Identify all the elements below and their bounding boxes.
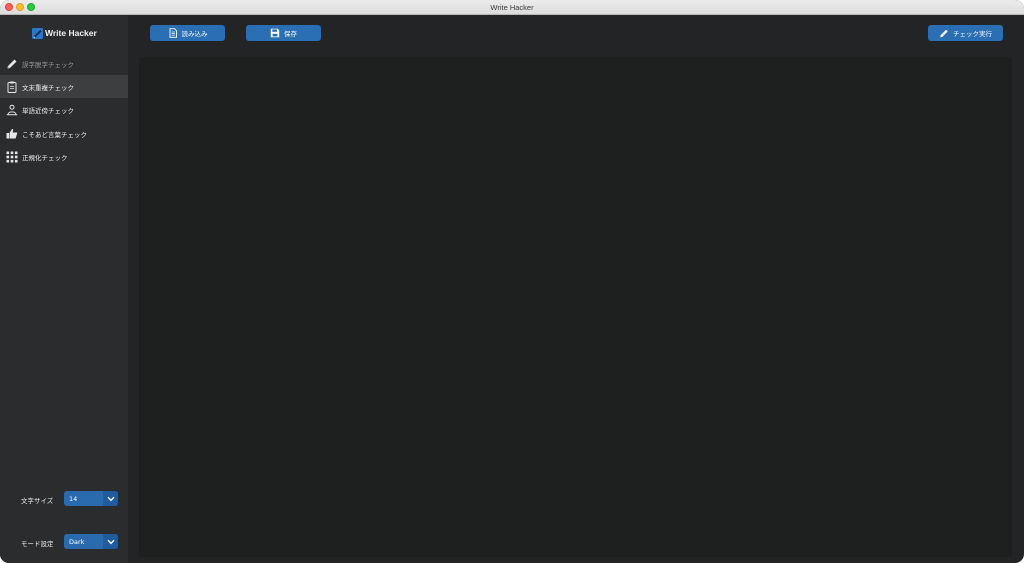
pencil-icon: [6, 58, 18, 70]
sidebar-item-normalization-check[interactable]: 正規化チェック: [0, 145, 128, 168]
app-window: Write Hacker Write Hacker 誤字脱字チェック 文末重複チ…: [0, 0, 1024, 563]
text-editor[interactable]: [139, 57, 1012, 557]
sidebar-item-typo-check[interactable]: 誤字脱字チェック: [0, 52, 128, 75]
mode-value: Dark: [69, 537, 85, 546]
mode-select[interactable]: Dark: [64, 534, 118, 549]
title-bar: Write Hacker: [0, 0, 1024, 15]
logo-mark-icon: [32, 27, 43, 39]
grid-dots-icon: [6, 151, 18, 163]
document-icon: [168, 28, 178, 38]
chevron-down-icon: [103, 491, 118, 506]
sidebar-item-label: 文末重複チェック: [22, 83, 74, 92]
font-size-value: 14: [69, 494, 78, 503]
clipboard-icon: [6, 81, 18, 93]
pencil-icon: [939, 28, 949, 38]
sidebar: Write Hacker 誤字脱字チェック 文末重複チェック 単語近傍チェック …: [0, 15, 128, 563]
load-button[interactable]: 読み込み: [150, 25, 225, 41]
run-check-button[interactable]: チェック実行: [928, 25, 1003, 41]
logo-text: Write Hacker: [45, 28, 97, 38]
window-title: Write Hacker: [490, 3, 534, 12]
chevron-down-icon: [103, 534, 118, 549]
font-size-label: 文字サイズ: [21, 497, 54, 505]
font-size-select[interactable]: 14: [64, 491, 118, 506]
save-button[interactable]: 保存: [246, 25, 321, 41]
app-logo: Write Hacker: [32, 27, 97, 39]
thumbs-up-icon: [6, 128, 18, 140]
load-button-label: 読み込み: [181, 30, 208, 38]
sidebar-item-label: 単語近傍チェック: [22, 106, 74, 115]
run-check-button-label: チェック実行: [953, 30, 992, 38]
save-button-label: 保存: [284, 30, 297, 38]
sidebar-item-demonstrative-check[interactable]: こそあど言葉チェック: [0, 122, 128, 145]
sidebar-item-label: 誤字脱字チェック: [22, 60, 74, 69]
floppy-disk-icon: [270, 28, 280, 38]
sidebar-item-word-proximity-check[interactable]: 単語近傍チェック: [0, 98, 128, 121]
sidebar-item-sentence-end-check[interactable]: 文末重複チェック: [0, 75, 128, 98]
people-icon: [6, 104, 18, 116]
sidebar-item-label: こそあど言葉チェック: [22, 130, 87, 139]
mode-label: モード設定: [21, 540, 54, 548]
sidebar-item-label: 正規化チェック: [22, 153, 68, 162]
